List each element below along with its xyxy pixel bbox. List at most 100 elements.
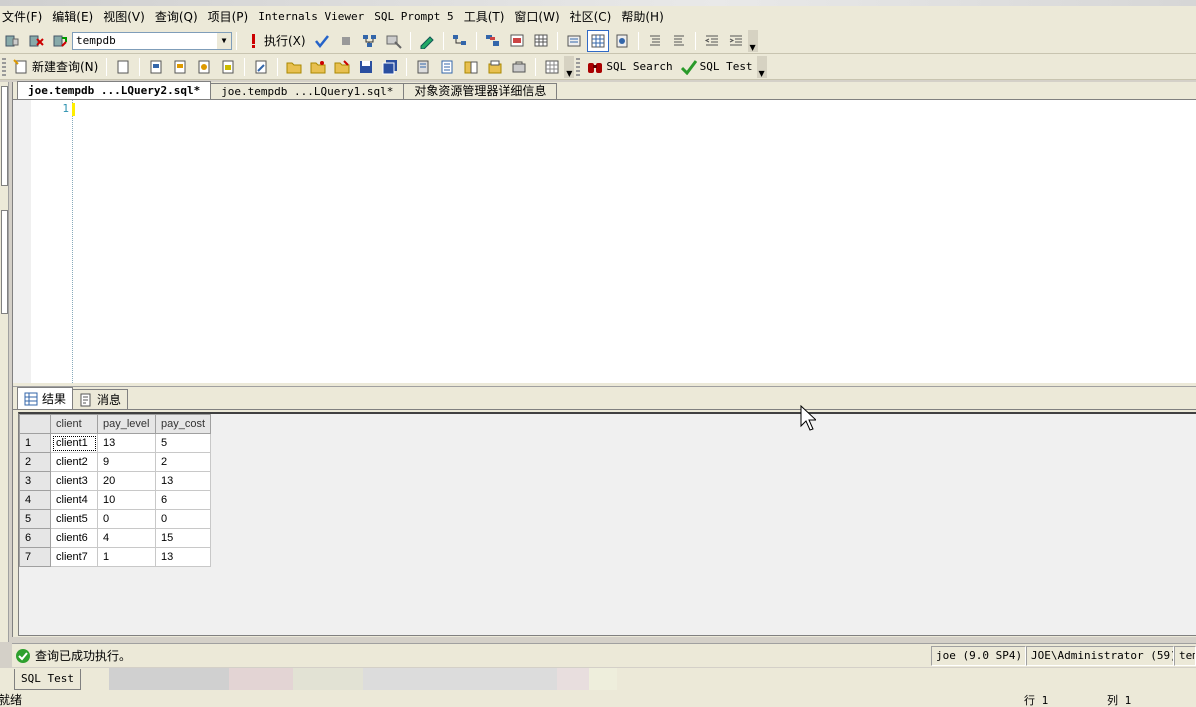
cell-pay-level[interactable]: 20 <box>97 471 156 491</box>
toolbar-overflow-icon[interactable]: ▼ <box>747 29 758 52</box>
cell-pay-cost[interactable]: 2 <box>154 452 212 472</box>
cell-pay-level[interactable]: 1 <box>97 547 156 567</box>
cell-client[interactable]: client2 <box>50 452 98 472</box>
increase-indent-icon[interactable] <box>725 30 747 52</box>
side-tab-registered-servers[interactable] <box>1 86 8 186</box>
menu-query[interactable]: 查询(Q) <box>153 7 206 27</box>
cell-client[interactable]: client6 <box>50 528 98 548</box>
menu-tools[interactable]: 工具(T) <box>462 7 513 27</box>
toolbar-grip[interactable] <box>576 57 581 76</box>
column-header-client[interactable]: client <box>50 414 98 434</box>
menu-internals-viewer[interactable]: Internals Viewer <box>256 7 372 27</box>
menu-file[interactable]: 文件(F) <box>0 7 50 27</box>
cell-pay-level[interactable]: 0 <box>97 509 156 529</box>
tab-object-explorer-details[interactable]: 对象资源管理器详细信息 <box>403 83 558 99</box>
cell-client[interactable]: client1 <box>50 433 98 453</box>
table-row[interactable]: 6 client6 4 15 <box>19 528 212 548</box>
tab-sql-test[interactable]: SQL Test <box>14 668 81 690</box>
cell-client[interactable]: client7 <box>50 547 98 567</box>
menu-edit[interactable]: 编辑(E) <box>50 7 101 27</box>
sql-ce-query-icon[interactable] <box>250 56 272 78</box>
cell-pay-level[interactable]: 4 <box>97 528 156 548</box>
connect-icon[interactable] <box>1 30 23 52</box>
disconnect-icon[interactable] <box>25 30 47 52</box>
registered-servers-icon[interactable] <box>412 56 434 78</box>
results-text-icon[interactable] <box>506 30 528 52</box>
row-header[interactable]: 5 <box>19 509 51 529</box>
side-tab-object-explorer[interactable] <box>1 210 8 314</box>
parse-icon[interactable] <box>311 30 333 52</box>
editor-results-splitter[interactable] <box>13 383 1196 387</box>
menu-sql-prompt[interactable]: SQL Prompt 5 <box>372 7 461 27</box>
intellisense-icon[interactable] <box>416 30 438 52</box>
menu-project[interactable]: 项目(P) <box>206 7 257 27</box>
save-all-icon[interactable] <box>379 56 401 78</box>
cell-pay-cost[interactable]: 6 <box>154 490 212 510</box>
results-to-file-icon[interactable] <box>611 30 633 52</box>
template-explorer-icon[interactable] <box>460 56 482 78</box>
toolbox-icon[interactable] <box>508 56 530 78</box>
object-explorer-icon[interactable] <box>436 56 458 78</box>
database-select[interactable]: tempdb ▼ <box>72 31 232 50</box>
database-engine-query-icon[interactable] <box>145 56 167 78</box>
estimated-plan-icon[interactable] <box>359 30 381 52</box>
cell-pay-level[interactable]: 13 <box>97 433 156 453</box>
sql-test-button[interactable]: SQL Test <box>677 56 757 78</box>
new-query-button[interactable]: 新建查询(N) <box>9 56 102 78</box>
change-connection-icon[interactable] <box>49 30 71 52</box>
menu-view[interactable]: 视图(V) <box>101 7 153 27</box>
row-header[interactable]: 3 <box>19 471 51 491</box>
table-row[interactable]: 1 client1 13 5 <box>19 433 212 453</box>
cancel-icon[interactable] <box>335 30 357 52</box>
include-plan-icon[interactable] <box>449 30 471 52</box>
tab-messages[interactable]: 消息 <box>72 389 129 409</box>
tab-results[interactable]: 结果 <box>17 387 74 409</box>
new-file-icon[interactable] <box>112 56 134 78</box>
table-row[interactable]: 3 client3 20 13 <box>19 471 212 491</box>
row-header[interactable]: 4 <box>19 490 51 510</box>
toolbar-grip[interactable] <box>2 57 6 76</box>
results-to-text-icon[interactable] <box>563 30 585 52</box>
open-file-icon[interactable] <box>283 56 305 78</box>
table-row[interactable]: 4 client4 10 6 <box>19 490 212 510</box>
comment-icon[interactable] <box>644 30 666 52</box>
tab-query2[interactable]: joe.tempdb ...LQuery2.sql* <box>17 81 212 99</box>
menu-window[interactable]: 窗口(W) <box>512 7 567 27</box>
results-to-grid-icon[interactable] <box>586 29 609 52</box>
cell-pay-level[interactable]: 10 <box>97 490 156 510</box>
row-header[interactable]: 6 <box>19 528 51 548</box>
cell-pay-cost[interactable]: 13 <box>154 547 212 567</box>
toolbar-overflow-icon[interactable]: ▼ <box>756 55 767 78</box>
dmx-query-icon[interactable] <box>193 56 215 78</box>
toolbar-overflow-icon[interactable]: ▼ <box>564 55 575 78</box>
results-grid-icon[interactable] <box>530 30 552 52</box>
properties-icon[interactable] <box>484 56 506 78</box>
cell-client[interactable]: client4 <box>50 490 98 510</box>
table-row[interactable]: 5 client5 0 0 <box>19 509 212 529</box>
uncomment-icon[interactable] <box>668 30 690 52</box>
open-solution-icon[interactable] <box>331 56 353 78</box>
grid-corner[interactable] <box>19 414 51 434</box>
cell-pay-cost[interactable]: 13 <box>154 471 212 491</box>
cell-pay-level[interactable]: 9 <box>97 452 156 472</box>
column-header-pay-cost[interactable]: pay_cost <box>154 414 212 434</box>
menu-help[interactable]: 帮助(H) <box>619 7 671 27</box>
cell-client[interactable]: client5 <box>50 509 98 529</box>
save-icon[interactable] <box>355 56 377 78</box>
sql-search-button[interactable]: SQL Search <box>583 56 676 78</box>
row-header[interactable]: 2 <box>19 452 51 472</box>
query-designer-icon[interactable] <box>383 30 405 52</box>
table-row[interactable]: 7 client7 1 13 <box>19 547 212 567</box>
open-project-icon[interactable] <box>307 56 329 78</box>
cell-pay-cost[interactable]: 0 <box>154 509 212 529</box>
menu-community[interactable]: 社区(C) <box>568 7 620 27</box>
row-header[interactable]: 7 <box>19 547 51 567</box>
client-stats-icon[interactable] <box>482 30 504 52</box>
xmla-query-icon[interactable] <box>217 56 239 78</box>
tab-query1[interactable]: joe.tempdb ...LQuery1.sql* <box>210 83 405 99</box>
grid-layout-icon[interactable] <box>541 56 563 78</box>
analysis-query-icon[interactable] <box>169 56 191 78</box>
cell-pay-cost[interactable]: 5 <box>154 433 212 453</box>
decrease-indent-icon[interactable] <box>701 30 723 52</box>
query-editor[interactable]: 1 <box>13 100 1196 383</box>
